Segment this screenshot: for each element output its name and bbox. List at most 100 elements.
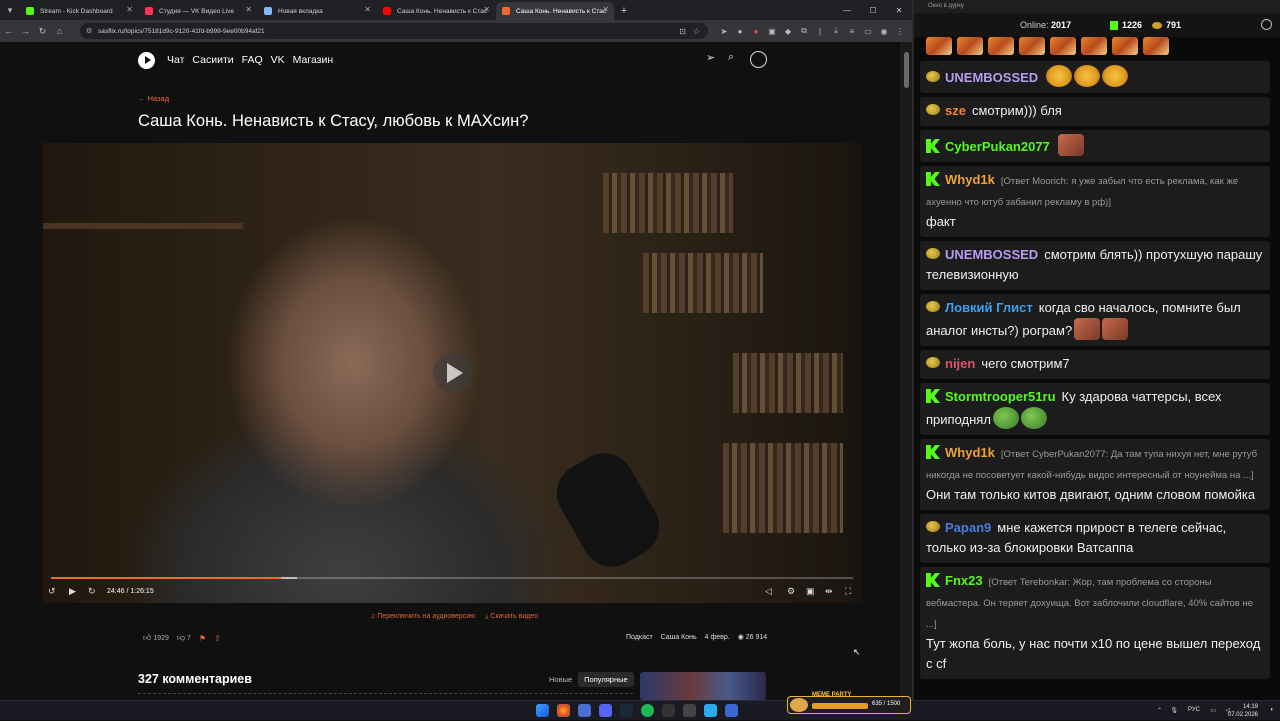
- progress-bar[interactable]: [51, 577, 853, 579]
- back-link[interactable]: ← Назад: [138, 94, 169, 103]
- bookmark-star-icon[interactable]: ☆: [693, 27, 700, 36]
- audio-version-link[interactable]: ♫ Переключить на аудиоверсию: [370, 613, 475, 621]
- language-indicator[interactable]: РУС: [1188, 707, 1200, 713]
- chrome-icon[interactable]: [557, 704, 570, 717]
- tab-close-icon[interactable]: ✕: [126, 5, 133, 14]
- extension-icon[interactable]: ▣: [764, 27, 780, 36]
- nav-vk[interactable]: VK: [271, 54, 285, 66]
- mic-icon[interactable]: 🎙︎: [1170, 707, 1178, 714]
- media-control-icon[interactable]: ≡: [844, 27, 860, 36]
- windows-start-icon[interactable]: [536, 704, 549, 717]
- back-icon[interactable]: ←: [0, 20, 17, 42]
- browser-tab[interactable]: Студия — VK Видео Live ✕: [139, 2, 257, 20]
- reload-icon[interactable]: ↻: [34, 20, 51, 42]
- tab-title: Саша Конь. Ненависть к Стас: [516, 7, 607, 15]
- profile-avatar-icon[interactable]: ◉: [876, 27, 892, 36]
- volume-icon[interactable]: ◁: [765, 586, 772, 597]
- discord-icon[interactable]: [599, 704, 612, 717]
- search-icon[interactable]: ⌕: [728, 51, 734, 64]
- browser-tab[interactable]: Новая вкладка ✕: [258, 2, 376, 20]
- video-player[interactable]: ↺ ▶ ↻ 24:46 / 1:26:15 ◁ ⚙ ▣ ⇹ ⛶: [43, 143, 861, 603]
- promo-thumbnail[interactable]: [640, 672, 766, 700]
- sort-new-tab[interactable]: Новые: [543, 672, 578, 687]
- page-scrollbar[interactable]: [900, 42, 912, 700]
- browser-tab[interactable]: Саша Конь. Ненависть к Стас ✕: [496, 2, 614, 20]
- nav-shop[interactable]: Магазин: [293, 54, 334, 66]
- app-icon[interactable]: [683, 704, 696, 717]
- chat-username[interactable]: Whyd1k: [945, 172, 995, 187]
- rewind-10-icon[interactable]: ↺: [48, 586, 56, 597]
- network-icon[interactable]: ▭: [1210, 707, 1216, 714]
- chat-username[interactable]: Ловкий Глист: [945, 300, 1033, 315]
- download-icon[interactable]: ⤓: [828, 26, 844, 36]
- forward-10-icon[interactable]: ↻: [88, 586, 96, 597]
- send-icon[interactable]: ➤: [716, 27, 732, 36]
- site-logo-icon[interactable]: [138, 51, 155, 69]
- chat-username[interactable]: Papan9: [945, 520, 991, 535]
- nav-sasiiti[interactable]: Сасиити: [192, 54, 233, 66]
- forward-icon[interactable]: →: [17, 20, 34, 42]
- browser-tab[interactable]: Stream - Kick Dashboard ✕: [20, 2, 138, 20]
- tab-close-icon[interactable]: ✕: [602, 5, 609, 14]
- tab-close-icon[interactable]: ✕: [245, 5, 252, 14]
- spotify-icon[interactable]: [641, 704, 654, 717]
- like-button[interactable]: 👍︎ 1929: [143, 633, 169, 643]
- chat-username[interactable]: sze: [945, 103, 966, 118]
- pip-icon[interactable]: ▣: [806, 586, 815, 597]
- maximize-icon[interactable]: ☐: [860, 0, 886, 20]
- tag-podcast[interactable]: Подкаст: [626, 634, 653, 641]
- profile-icon[interactable]: [750, 51, 767, 68]
- share-icon[interactable]: ⇪: [214, 634, 221, 643]
- nav-chat[interactable]: Чат: [167, 54, 184, 66]
- clock[interactable]: 14:19 07.02.2026: [1228, 703, 1258, 719]
- tab-close-icon[interactable]: ✕: [364, 5, 371, 14]
- tag-guest[interactable]: Саша Конь: [661, 634, 697, 641]
- steam-icon[interactable]: [620, 704, 633, 717]
- settings-gear-icon[interactable]: ⚙: [787, 586, 795, 597]
- tab-search-icon[interactable]: ▾: [0, 0, 20, 20]
- settings-gear-icon[interactable]: [1261, 19, 1272, 30]
- nav-faq[interactable]: FAQ: [242, 54, 263, 66]
- extension-icon[interactable]: ●: [748, 27, 764, 36]
- fullscreen-icon[interactable]: ⛶: [845, 586, 851, 597]
- extension-icon[interactable]: ●: [732, 27, 748, 36]
- extension-icon[interactable]: ◆: [780, 27, 796, 36]
- home-icon[interactable]: ⌂: [51, 20, 68, 42]
- tab-title: Новая вкладка: [278, 7, 323, 15]
- bookmark-icon[interactable]: ⚑: [199, 634, 206, 643]
- obs-icon[interactable]: [662, 704, 675, 717]
- close-window-icon[interactable]: ✕: [886, 0, 912, 20]
- url-field[interactable]: ⚙ sasflix.ru/topics/75181d9c-9120-41fd-b…: [80, 23, 708, 39]
- app-icon[interactable]: [578, 704, 591, 717]
- notifications-icon[interactable]: ◐: [1270, 707, 1274, 713]
- kick-badge-icon: [926, 573, 940, 587]
- tab-close-icon[interactable]: ✕: [483, 5, 490, 14]
- chat-username[interactable]: UNEMBOSSED: [945, 247, 1038, 262]
- play-icon[interactable]: ▶: [69, 586, 76, 597]
- chat-username[interactable]: CyberPukan2077: [945, 139, 1050, 154]
- chat-username[interactable]: UNEMBOSSED: [945, 70, 1038, 85]
- chat-username[interactable]: Fnx23: [945, 573, 983, 588]
- big-play-button[interactable]: [433, 353, 473, 393]
- browser-tab[interactable]: Саша Конь. Ненависть к Стас ✕: [377, 2, 495, 20]
- site-info-icon[interactable]: ⚙: [86, 27, 92, 35]
- telegram-icon[interactable]: ➢: [706, 51, 715, 64]
- download-video-link[interactable]: ⤓ Скачать видео: [485, 613, 538, 621]
- chat-username[interactable]: nijen: [945, 356, 975, 371]
- telegram-icon[interactable]: [704, 704, 717, 717]
- tray-chevron-icon[interactable]: ⌃: [1157, 707, 1162, 714]
- chat-username[interactable]: Whyd1k: [945, 445, 995, 460]
- dislike-button[interactable]: 👎︎ 7: [177, 633, 191, 643]
- menu-kebab-icon[interactable]: ⋮: [892, 27, 908, 36]
- chat-username[interactable]: Stormtrooper51ru: [945, 389, 1056, 404]
- minimize-icon[interactable]: —: [834, 0, 860, 20]
- app-icon[interactable]: [725, 704, 738, 717]
- meme-party-widget[interactable]: MEME PARTY 635 / 1500: [787, 692, 911, 714]
- sort-popular-tab[interactable]: Популярные: [578, 672, 634, 687]
- scrollbar-thumb[interactable]: [904, 52, 909, 88]
- split-view-icon[interactable]: ▭: [860, 27, 876, 36]
- new-tab-button[interactable]: +: [615, 2, 633, 20]
- theater-mode-icon[interactable]: ⇹: [825, 586, 833, 597]
- extensions-puzzle-icon[interactable]: ⧉: [796, 26, 812, 36]
- install-icon[interactable]: ⊡: [679, 27, 686, 36]
